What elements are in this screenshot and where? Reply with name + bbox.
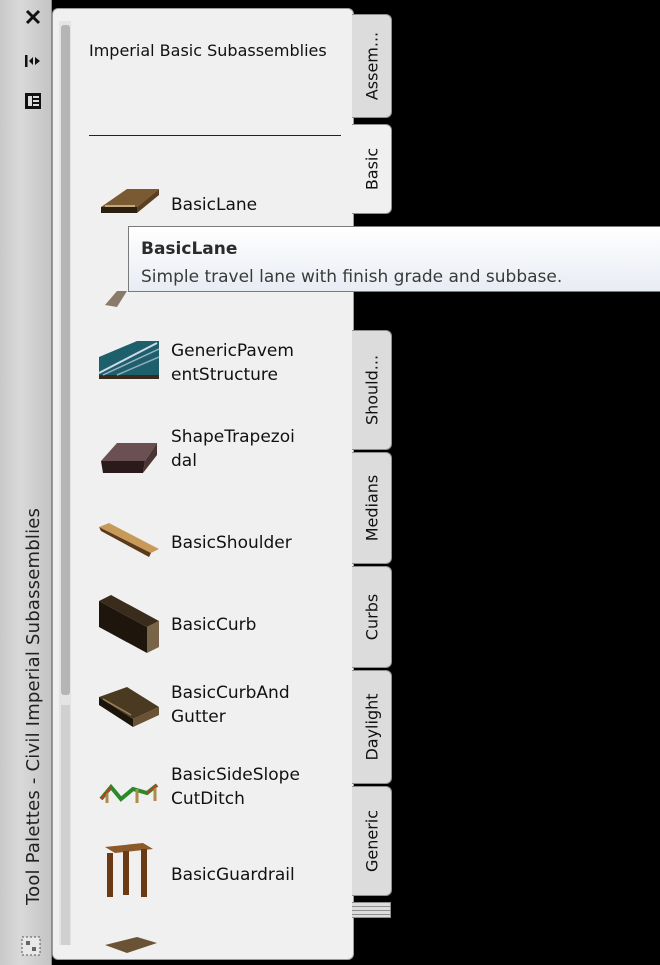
tool-label: BasicCurb [171, 615, 257, 635]
tab-generic[interactable]: Generic [352, 786, 392, 896]
tab-medians[interactable]: Medians [352, 452, 392, 564]
guardrail-icon [105, 843, 153, 897]
tool-partially-visible[interactable] [97, 933, 347, 959]
tab-label: Daylight [362, 693, 381, 761]
tooltip-title: BasicLane [141, 239, 238, 259]
palette-title-bar[interactable]: Tool Palettes - Civil Imperial Subassemb… [0, 0, 52, 965]
curb-gutter-icon [99, 687, 159, 727]
tab-label: Generic [362, 809, 381, 873]
partially-hidden-tool-icon [105, 937, 157, 953]
tool-shape-trapezoidal[interactable]: ShapeTrapezoi dal [97, 421, 347, 491]
scrollbar-thumb[interactable] [61, 25, 70, 695]
tool-label: ShapeTrapezoi dal [171, 427, 295, 471]
tool-label: BasicLane [171, 195, 258, 215]
tab-daylight[interactable]: Daylight [352, 670, 392, 784]
side-slope-ditch-icon [99, 783, 159, 803]
tool-label: BasicSideSlope CutDitch [171, 765, 300, 809]
tab-label: Assem... [362, 31, 381, 101]
tab-shoulders[interactable]: Should... [352, 330, 392, 450]
shoulder-icon [99, 523, 159, 557]
pavement-structure-icon [98, 341, 160, 379]
tool-tooltip: BasicLane Simple travel lane with finish… [128, 226, 660, 292]
trapezoid-shape-icon [101, 443, 157, 473]
tab-overflow-grip[interactable] [352, 902, 391, 918]
tooltip-description: Simple travel lane with finish grade and… [141, 267, 563, 287]
tab-label: Medians [362, 474, 381, 542]
tool-label: BasicGuardrail [171, 865, 295, 885]
tab-label: Should... [362, 354, 381, 426]
tab-label: Basic [362, 147, 381, 191]
tab-basic[interactable]: Basic [352, 124, 392, 214]
tool-basic-guardrail[interactable]: BasicGuardrail [97, 839, 347, 909]
tool-label: BasicShoulder [171, 533, 292, 553]
tool-label: BasicCurbAnd Gutter [171, 683, 290, 727]
palette-header: Imperial Basic Subassemblies [89, 41, 327, 60]
tool-basic-curb[interactable]: BasicCurb [97, 591, 347, 661]
tab-assemblies[interactable]: Assem... [352, 14, 392, 118]
close-icon[interactable] [22, 6, 44, 28]
header-divider [89, 135, 341, 136]
palette-vertical-title: Tool Palettes - Civil Imperial Subassemb… [20, 365, 48, 905]
menu-icon[interactable] [22, 90, 44, 112]
palette-title-text: Tool Palettes - Civil Imperial Subassemb… [23, 507, 44, 905]
tool-basic-curb-and-gutter[interactable]: BasicCurbAnd Gutter [97, 677, 347, 747]
tab-curbs[interactable]: Curbs [352, 566, 392, 668]
tool-label: GenericPavem entStructure [171, 341, 294, 385]
tool-basic-side-slope-cut-ditch[interactable]: BasicSideSlope CutDitch [97, 759, 347, 829]
tool-generic-pavement-structure[interactable]: GenericPavem entStructure [97, 335, 347, 405]
tab-label: Curbs [362, 593, 381, 641]
curb-icon [99, 595, 159, 653]
tool-basic-shoulder[interactable]: BasicShoulder [97, 509, 347, 579]
tool-palette-panel: Imperial Basic Subassemblies BasicLane G… [52, 8, 354, 960]
autohide-icon[interactable] [22, 50, 44, 72]
properties-icon[interactable] [20, 935, 42, 957]
scrollbar-lower-track[interactable] [61, 705, 70, 945]
